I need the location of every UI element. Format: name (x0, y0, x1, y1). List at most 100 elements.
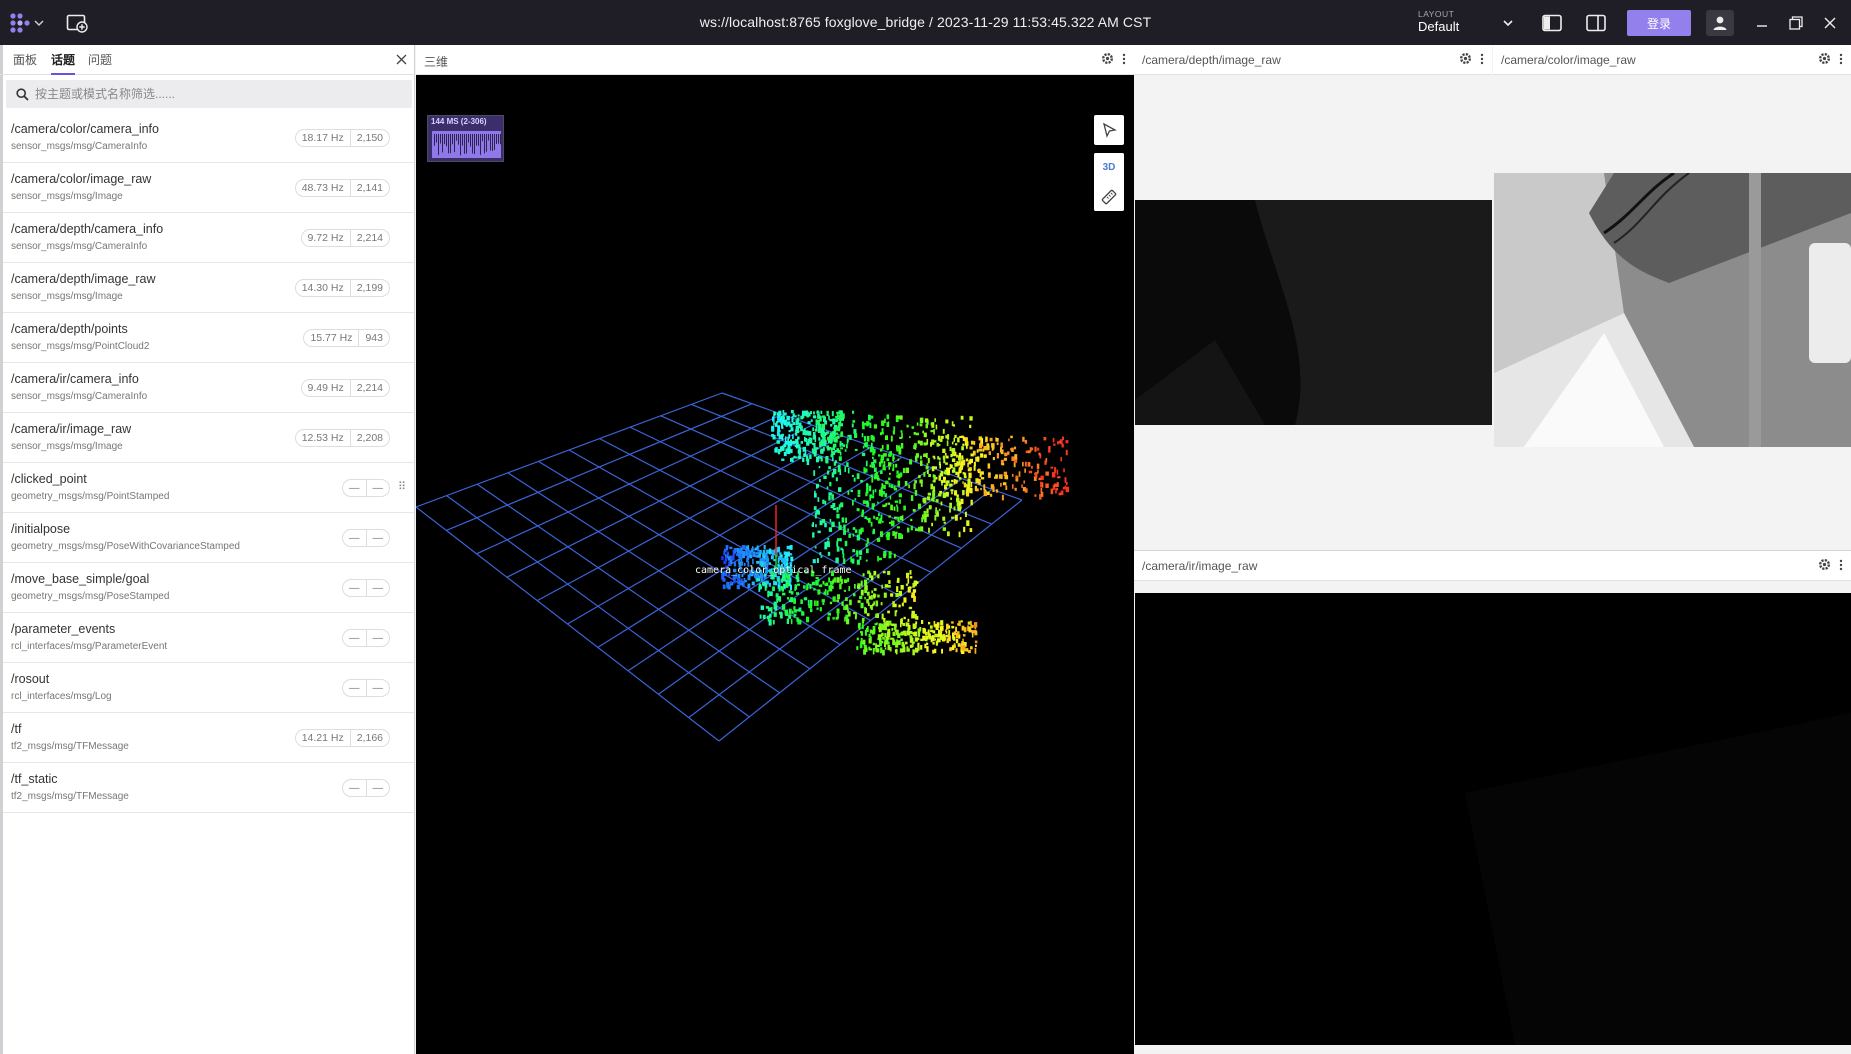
tab-problems[interactable]: 问题 (88, 51, 112, 73)
topic-stats: 14.30 Hz 2,199 (294, 279, 390, 297)
topic-row[interactable]: /parameter_events rcl_interfaces/msg/Para… (3, 613, 414, 663)
topic-row[interactable]: /clicked_point geometry_msgs/msg/PointSta… (3, 463, 414, 513)
topic-message-count: 2,166 (349, 730, 389, 746)
measure-tool-button[interactable] (1094, 182, 1124, 211)
topic-stats: — — (342, 629, 390, 647)
color-panel-header: /camera/color/image_raw (1493, 45, 1851, 75)
topic-type: sensor_msgs/msg/PointCloud2 (11, 341, 150, 352)
topic-row[interactable]: /camera/ir/camera_info sensor_msgs/msg/Ca… (3, 363, 414, 413)
topic-row[interactable]: /camera/color/camera_info sensor_msgs/msg… (3, 113, 414, 163)
topic-message-count: — (365, 480, 390, 496)
tab-panels[interactable]: 面板 (13, 51, 37, 73)
topic-stats: 9.72 Hz 2,214 (300, 229, 390, 247)
more-vertical-icon[interactable] (1122, 53, 1126, 65)
topic-row[interactable]: /tf_static tf2_msgs/msg/TFMessage — — (3, 763, 414, 813)
topic-message-count: 2,141 (349, 180, 389, 196)
topic-name: /initialpose (11, 522, 71, 536)
topic-name: /tf (11, 722, 22, 736)
topic-row[interactable]: /camera/ir/image_raw sensor_msgs/msg/Imag… (3, 413, 414, 463)
user-icon (1713, 16, 1727, 30)
topic-type: geometry_msgs/msg/PoseWithCovarianceStam… (11, 541, 240, 552)
topic-stats: 14.21 Hz 2,166 (294, 729, 390, 747)
topic-message-count: — (365, 780, 390, 796)
topic-type: sensor_msgs/msg/Image (11, 191, 123, 202)
point-cloud (721, 410, 1069, 656)
close-sidebar-button[interactable] (394, 52, 408, 66)
topic-row[interactable]: /rosout rcl_interfaces/msg/Log — — (3, 663, 414, 713)
topic-message-count: — (365, 630, 390, 646)
topic-message-count: 2,214 (349, 230, 389, 246)
drag-handle-icon[interactable]: ⠿ (398, 480, 406, 493)
topic-row[interactable]: /camera/depth/points sensor_msgs/msg/Poin… (3, 313, 414, 363)
topic-stats: 18.17 Hz 2,150 (294, 129, 390, 147)
topic-row[interactable]: /tf tf2_msgs/msg/TFMessage 14.21 Hz 2,166 (3, 713, 414, 763)
3d-mode-toggle[interactable]: 3D (1094, 153, 1124, 182)
select-tool-button[interactable] (1094, 115, 1124, 145)
3d-tool-group: 3D (1094, 153, 1124, 211)
panel-title: /camera/ir/image_raw (1142, 559, 1258, 573)
topic-type: rcl_interfaces/msg/ParameterEvent (11, 641, 168, 652)
maximize-button[interactable] (1784, 12, 1808, 34)
topic-frequency: 9.49 Hz (307, 382, 344, 394)
topic-search-input[interactable] (35, 87, 395, 101)
depth-image-panel: /camera/depth/image_raw (1134, 45, 1492, 550)
topic-row[interactable]: /move_base_simple/goal geometry_msgs/msg/… (3, 563, 414, 613)
search-icon (16, 87, 29, 101)
topic-stats: — — (342, 479, 390, 497)
topic-search-box[interactable] (6, 80, 412, 108)
minimize-icon (1757, 25, 1767, 27)
topic-frequency: 9.72 Hz (307, 232, 344, 244)
topic-name: /camera/color/image_raw (11, 172, 152, 186)
minimize-button[interactable] (1750, 12, 1774, 34)
topic-message-count: 2,208 (349, 430, 389, 446)
login-button[interactable]: 登录 (1627, 10, 1691, 36)
layout-selector[interactable]: LAYOUT Default (1418, 9, 1518, 37)
panel-title: /camera/color/image_raw (1501, 53, 1636, 67)
3d-toolbar: 3D (1094, 115, 1126, 211)
topic-frequency: — (349, 482, 360, 494)
topic-frequency: 12.53 Hz (301, 432, 344, 444)
gear-icon[interactable] (1818, 52, 1831, 65)
perf-label: 144 MS (2-306) (431, 117, 487, 126)
frame-label: camera_color_optical_frame (695, 565, 852, 576)
close-icon (396, 54, 406, 64)
toggle-left-sidebar-button[interactable] (1540, 12, 1564, 34)
topic-name: /tf_static (11, 772, 58, 786)
perf-graph (432, 131, 501, 158)
gear-icon[interactable] (1101, 52, 1114, 65)
3d-viewport[interactable]: 144 MS (2-306) 3D camera_color_optical_f… (416, 75, 1134, 1054)
topic-name: /clicked_point (11, 472, 87, 486)
gear-icon[interactable] (1818, 558, 1831, 571)
topic-type: sensor_msgs/msg/CameraInfo (11, 141, 148, 152)
color-image[interactable] (1494, 171, 1851, 447)
topic-type: sensor_msgs/msg/CameraInfo (11, 391, 148, 402)
topic-message-count: 943 (358, 330, 389, 346)
more-vertical-icon[interactable] (1480, 53, 1484, 65)
topic-frequency: — (349, 532, 360, 544)
topic-row[interactable]: /camera/color/image_raw sensor_msgs/msg/I… (3, 163, 414, 213)
close-window-button[interactable] (1818, 12, 1842, 34)
performance-badge: 144 MS (2-306) (427, 115, 504, 162)
topic-message-count: — (365, 530, 390, 546)
topic-frequency: — (349, 782, 360, 794)
gear-icon[interactable] (1459, 52, 1472, 65)
tab-topics[interactable]: 话题 (51, 51, 76, 75)
topic-message-count: — (365, 580, 390, 596)
more-vertical-icon[interactable] (1839, 559, 1843, 571)
ruler-icon (1101, 189, 1117, 204)
topic-row[interactable]: /camera/depth/image_raw sensor_msgs/msg/I… (3, 263, 414, 313)
user-avatar-button[interactable] (1706, 10, 1734, 36)
topic-row[interactable]: /initialpose geometry_msgs/msg/PoseWithCo… (3, 513, 414, 563)
ir-image[interactable] (1135, 593, 1851, 1045)
topic-name: /camera/depth/points (11, 322, 128, 336)
connection-title: ws://localhost:8765 foxglove_bridge / 20… (699, 14, 1152, 30)
add-panel-button[interactable] (64, 11, 90, 35)
toggle-right-sidebar-button[interactable] (1584, 12, 1608, 34)
topic-type: sensor_msgs/msg/CameraInfo (11, 241, 148, 252)
app-menu-button[interactable] (8, 12, 48, 34)
ir-panel-header: /camera/ir/image_raw (1134, 551, 1851, 581)
topic-row[interactable]: /camera/depth/camera_info sensor_msgs/msg… (3, 213, 414, 263)
depth-image[interactable] (1135, 200, 1492, 425)
more-vertical-icon[interactable] (1839, 53, 1843, 65)
topic-frequency: 14.21 Hz (301, 732, 344, 744)
